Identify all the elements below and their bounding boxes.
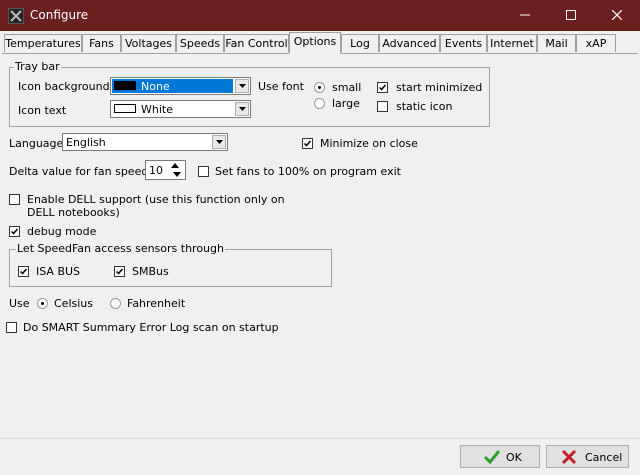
- tab-fans[interactable]: Fans: [82, 34, 121, 52]
- font-large-radio[interactable]: [314, 98, 325, 109]
- tab-advanced[interactable]: Advanced: [379, 34, 440, 52]
- tab-speeds[interactable]: Speeds: [176, 34, 224, 52]
- language-dropdown[interactable]: English: [62, 133, 228, 151]
- dell-support-checkbox[interactable]: [9, 194, 20, 205]
- icon-background-swatch: [114, 81, 136, 90]
- static-icon-checkbox[interactable]: [377, 101, 388, 112]
- chevron-down-icon[interactable]: [235, 102, 249, 116]
- checkmark-icon: [483, 450, 501, 465]
- tray-bar-label: Tray bar: [14, 60, 61, 73]
- isa-bus-checkbox[interactable]: [18, 266, 29, 277]
- window-title: Configure: [30, 8, 89, 22]
- delta-spinner[interactable]: 10: [145, 160, 186, 180]
- icon-text-swatch: [114, 104, 136, 113]
- minimize-on-close-checkbox[interactable]: [302, 138, 313, 149]
- chevron-down-icon[interactable]: [235, 79, 249, 93]
- dell-support-label-line1: Enable DELL support (use this function o…: [27, 193, 285, 206]
- start-minimized-checkbox[interactable]: [377, 82, 388, 93]
- tab-temperatures[interactable]: Temperatures: [4, 34, 82, 52]
- static-icon-label: static icon: [396, 100, 453, 113]
- fahrenheit-label: Fahrenheit: [127, 297, 186, 310]
- celsius-radio[interactable]: [37, 298, 48, 309]
- icon-text-label: Icon text: [18, 104, 67, 117]
- font-small-radio[interactable]: [314, 82, 325, 93]
- minimize-button[interactable]: [502, 0, 548, 31]
- icon-text-value: White: [141, 103, 173, 116]
- use-units-label: Use: [9, 297, 30, 310]
- icon-background-label: Icon background: [18, 80, 110, 93]
- minimize-on-close-label: Minimize on close: [320, 137, 418, 150]
- language-label: Language: [9, 137, 64, 150]
- debug-mode-checkbox[interactable]: [9, 226, 20, 237]
- chevron-down-icon[interactable]: [212, 135, 226, 149]
- fahrenheit-radio[interactable]: [110, 298, 121, 309]
- tab-voltages[interactable]: Voltages: [121, 34, 176, 52]
- tab-options[interactable]: Options: [289, 32, 341, 54]
- set-fans-100-checkbox[interactable]: [198, 166, 209, 177]
- use-font-label: Use font: [258, 80, 304, 93]
- cancel-button[interactable]: Cancel: [546, 445, 629, 468]
- smbus-label: SMBus: [132, 265, 169, 278]
- smart-scan-label: Do SMART Summary Error Log scan on start…: [23, 321, 279, 334]
- language-value: English: [66, 136, 106, 149]
- icon-text-dropdown[interactable]: White: [110, 100, 251, 118]
- dialog-button-bar: [0, 438, 640, 475]
- debug-mode-label: debug mode: [27, 225, 97, 238]
- tab-strip: Temperatures Fans Voltages Speeds Fan Co…: [2, 32, 638, 54]
- cancel-x-icon: [561, 449, 577, 465]
- tab-mail[interactable]: Mail: [537, 34, 576, 52]
- tab-log[interactable]: Log: [341, 34, 379, 52]
- start-minimized-label: start minimized: [396, 81, 483, 94]
- font-small-label: small: [332, 81, 362, 94]
- tab-xap[interactable]: xAP: [576, 34, 616, 52]
- sensors-group-label: Let SpeedFan access sensors through: [16, 242, 225, 255]
- tray-bar-group: Tray bar: [9, 60, 490, 127]
- tab-events[interactable]: Events: [440, 34, 487, 52]
- ok-label: OK: [506, 451, 522, 464]
- smart-scan-checkbox[interactable]: [6, 322, 17, 333]
- ok-button[interactable]: OK: [460, 445, 540, 468]
- celsius-label: Celsius: [54, 297, 93, 310]
- icon-background-dropdown[interactable]: None: [110, 77, 251, 95]
- delta-label: Delta value for fan speeds: [9, 165, 155, 178]
- isa-bus-label: ISA BUS: [36, 265, 81, 278]
- delta-value: 10: [149, 164, 163, 177]
- app-icon: [8, 8, 24, 24]
- spin-arrows-icon[interactable]: [168, 162, 184, 178]
- tab-internet[interactable]: Internet: [487, 34, 537, 52]
- icon-background-value: None: [141, 80, 170, 93]
- cancel-label: Cancel: [585, 451, 623, 464]
- set-fans-100-label: Set fans to 100% on program exit: [215, 165, 401, 178]
- title-bar: Configure: [0, 0, 640, 31]
- tab-fan-control[interactable]: Fan Control: [224, 34, 289, 52]
- maximize-button[interactable]: [548, 0, 594, 31]
- close-button[interactable]: [594, 0, 640, 31]
- font-large-label: large: [332, 97, 360, 110]
- smbus-checkbox[interactable]: [114, 266, 125, 277]
- dell-support-label-line2: DELL notebooks): [27, 206, 120, 219]
